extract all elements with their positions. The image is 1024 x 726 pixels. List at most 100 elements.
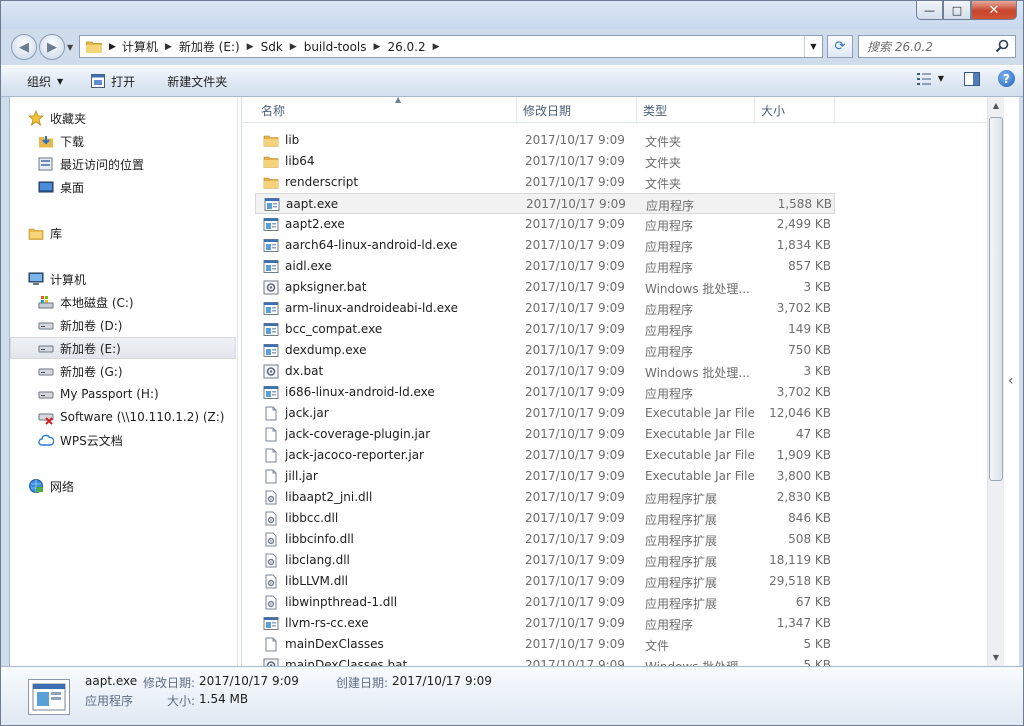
nav-computer[interactable]: 计算机 <box>10 268 236 290</box>
column-header-size[interactable]: 大小 <box>755 97 835 123</box>
file-name: libbcinfo.dll <box>285 532 354 546</box>
search-input[interactable] <box>867 39 999 54</box>
file-name: aapt2.exe <box>285 217 345 231</box>
nav-drive-e[interactable]: 新加卷 (E:) <box>10 337 236 359</box>
file-row[interactable]: libbcc.dll 2017/10/17 9:09 应用程序扩展 846 KB <box>255 508 835 529</box>
file-name: jack.jar <box>285 406 329 420</box>
nav-libraries[interactable]: 库 <box>10 222 236 244</box>
file-size: 1,588 KB <box>777 197 832 211</box>
chevron-right-icon[interactable]: ▶ <box>165 42 172 52</box>
nav-drive-h[interactable]: My Passport (H:) <box>10 383 236 405</box>
open-button[interactable]: 打开 <box>81 69 145 93</box>
new-folder-button[interactable]: 新建文件夹 <box>157 69 237 93</box>
nav-recent-places[interactable]: 最近访问的位置 <box>10 153 236 175</box>
organize-button[interactable]: 组织 ▼ <box>17 69 73 93</box>
scrollbar-thumb[interactable] <box>989 117 1003 481</box>
dll-icon <box>263 553 279 568</box>
title-bar[interactable]: — □ ✕ <box>1 1 1023 29</box>
preview-pane-icon[interactable] <box>964 71 980 86</box>
file-name: libclang.dll <box>285 553 350 567</box>
column-header-type[interactable]: 类型 <box>637 97 755 123</box>
help-icon[interactable]: ? <box>998 70 1015 87</box>
file-row[interactable]: jack-coverage-plugin.jar 2017/10/17 9:09 E… <box>255 424 835 445</box>
column-header-date[interactable]: 修改日期 <box>517 97 637 123</box>
close-button[interactable]: ✕ <box>971 1 1017 20</box>
breadcrumb-computer[interactable]: 计算机 ▶ <box>122 38 179 55</box>
file-row[interactable]: lib64 2017/10/17 9:09 文件夹 <box>255 151 835 172</box>
nav-drive-z[interactable]: Software (\\10.110.1.2) (Z:) <box>10 406 236 428</box>
chevron-right-icon[interactable]: ▶ <box>374 42 381 52</box>
file-row[interactable]: dx.bat 2017/10/17 9:09 Windows 批处理... 3 KB <box>255 361 835 382</box>
file-row[interactable]: lib 2017/10/17 9:09 文件夹 <box>255 130 835 151</box>
chevron-right-icon[interactable]: ▶ <box>290 42 297 52</box>
nav-wps-cloud[interactable]: WPS云文档 <box>10 429 236 451</box>
file-row[interactable]: dexdump.exe 2017/10/17 9:09 应用程序 750 KB <box>255 340 835 361</box>
drive-icon <box>38 317 54 333</box>
file-row[interactable]: libaapt2_jni.dll 2017/10/17 9:09 应用程序扩展 2,8… <box>255 487 835 508</box>
file-row[interactable]: jack.jar 2017/10/17 9:09 Executable Jar Fi… <box>255 403 835 424</box>
file-row[interactable]: mainDexClasses.bat 2017/10/17 9:09 Windows… <box>255 655 835 666</box>
file-row[interactable]: renderscript 2017/10/17 9:09 文件夹 <box>255 172 835 193</box>
file-row[interactable]: aarch64-linux-android-ld.exe 2017/10/17 9… <box>255 235 835 256</box>
scroll-down-button[interactable]: ▼ <box>988 649 1004 666</box>
nav-desktop[interactable]: 桌面 <box>10 176 236 198</box>
refresh-button[interactable]: ⟳ <box>827 35 853 58</box>
column-header-name[interactable]: 名称 ▲ <box>255 97 517 123</box>
file-row[interactable]: libbcinfo.dll 2017/10/17 9:09 应用程序扩展 508 KB <box>255 529 835 550</box>
file-row[interactable]: libLLVM.dll 2017/10/17 9:09 应用程序扩展 29,518 K… <box>255 571 835 592</box>
file-row[interactable]: bcc_compat.exe 2017/10/17 9:09 应用程序 149 KB <box>255 319 835 340</box>
pane-splitter[interactable] <box>238 97 242 666</box>
navigation-pane[interactable]: 收藏夹 下载 最近访问的位置 桌面 库 计算机 本地磁盘 (C:) 新加卷 (D… <box>10 97 238 666</box>
file-type: 文件夹 <box>645 177 682 191</box>
breadcrumb-root-chevron[interactable]: ▶ <box>109 42 116 52</box>
address-history-dropdown[interactable]: ▼ <box>804 36 822 57</box>
recent-pages-dropdown[interactable]: ▼ <box>67 43 73 52</box>
forward-button[interactable]: ▶ <box>39 34 65 60</box>
file-type: 应用程序 <box>645 240 694 254</box>
file-row[interactable]: jack-jacoco-reporter.jar 2017/10/17 9:09 E… <box>255 445 835 466</box>
file-list-pane[interactable]: 名称 ▲ 修改日期 类型 大小 lib 2017/10/17 9:09 文件夹 lib… <box>243 97 987 666</box>
file-row[interactable]: arm-linux-androideabi-ld.exe 2017/10/17 9… <box>255 298 835 319</box>
refresh-icon: ⟳ <box>834 39 846 54</box>
breadcrumb-drive-e[interactable]: 新加卷 (E:) ▶ <box>179 38 261 55</box>
nav-network[interactable]: 网络 <box>10 475 236 497</box>
file-size: 1,347 KB <box>776 616 831 630</box>
chevron-right-icon[interactable]: ▶ <box>247 42 254 52</box>
file-row[interactable]: aidl.exe 2017/10/17 9:09 应用程序 857 KB <box>255 256 835 277</box>
file-row[interactable]: aapt.exe 2017/10/17 9:09 应用程序 1,588 KB <box>255 193 835 214</box>
file-name: apksigner.bat <box>285 280 367 294</box>
nav-downloads[interactable]: 下载 <box>10 130 236 152</box>
search-box[interactable] <box>858 35 1016 58</box>
vertical-scrollbar[interactable]: ▲ ▼ <box>987 97 1004 666</box>
view-options-icon[interactable] <box>916 72 932 86</box>
file-row[interactable]: libwinpthread-1.dll 2017/10/17 9:09 应用程序扩展… <box>255 592 835 613</box>
breadcrumb-build-tools[interactable]: build-tools ▶ <box>304 40 388 54</box>
nav-drive-d[interactable]: 新加卷 (D:) <box>10 314 236 336</box>
dll-icon <box>263 490 279 505</box>
file-row[interactable]: llvm-rs-cc.exe 2017/10/17 9:09 应用程序 1,347 K… <box>255 613 835 634</box>
file-type: 应用程序 <box>645 345 694 359</box>
search-icon[interactable] <box>995 39 1009 53</box>
breadcrumb-current[interactable]: 26.0.2 ▶ <box>387 40 446 54</box>
file-row[interactable]: i686-linux-android-ld.exe 2017/10/17 9:09… <box>255 382 835 403</box>
view-dropdown-chevron-icon[interactable]: ▼ <box>938 74 944 83</box>
file-row[interactable]: aapt2.exe 2017/10/17 9:09 应用程序 2,499 KB <box>255 214 835 235</box>
file-row[interactable]: jill.jar 2017/10/17 9:09 Executable Jar Fi… <box>255 466 835 487</box>
file-name: libbcc.dll <box>285 511 339 525</box>
address-bar[interactable]: ▶ 计算机 ▶ 新加卷 (E:) ▶ Sdk ▶ build-tools ▶ 26.0.… <box>79 35 823 58</box>
scroll-up-button[interactable]: ▲ <box>988 97 1004 114</box>
minimize-button[interactable]: — <box>916 1 943 20</box>
nav-favorites[interactable]: 收藏夹 <box>10 107 236 129</box>
breadcrumb-sdk[interactable]: Sdk ▶ <box>261 40 304 54</box>
chevron-left-icon[interactable]: ‹ <box>1008 373 1014 389</box>
back-button[interactable]: ◀ <box>11 34 37 60</box>
nav-drive-c[interactable]: 本地磁盘 (C:) <box>10 291 236 313</box>
maximize-button[interactable]: □ <box>943 1 971 20</box>
chevron-right-icon[interactable]: ▶ <box>433 42 440 52</box>
file-row[interactable]: libclang.dll 2017/10/17 9:09 应用程序扩展 18,119 … <box>255 550 835 571</box>
nav-drive-g[interactable]: 新加卷 (G:) <box>10 360 236 382</box>
file-row[interactable]: mainDexClasses 2017/10/17 9:09 文件 5 KB <box>255 634 835 655</box>
bat-icon <box>263 364 279 379</box>
file-row[interactable]: apksigner.bat 2017/10/17 9:09 Windows 批处理.… <box>255 277 835 298</box>
file-size: 3,702 KB <box>776 385 831 399</box>
